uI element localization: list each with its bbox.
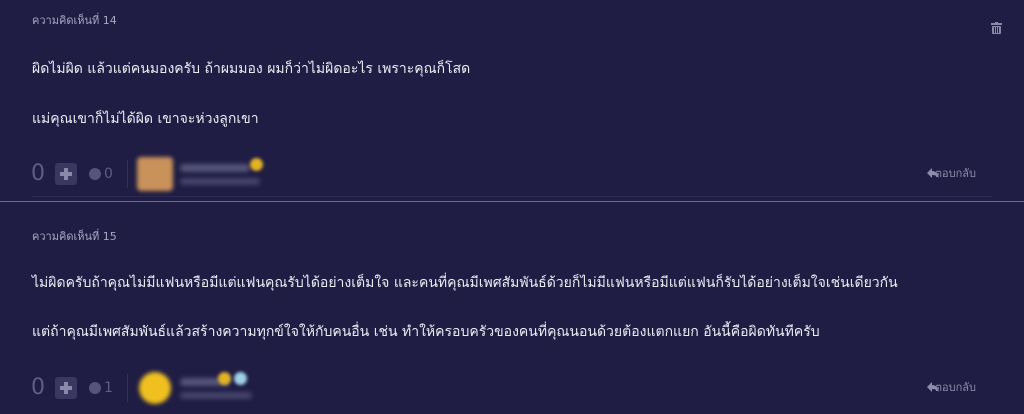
emoji-icon[interactable] <box>89 168 101 180</box>
comment-text-line: ผิดไม่ผิด แล้วแต่คนมองครับ ถ้าผมมอง ผมก็… <box>32 61 471 77</box>
comment-header: ความคิดเห็นที่ 15 <box>32 230 117 243</box>
comment-action-bar: 0 1 ตอบกลับ <box>0 368 1024 408</box>
reply-button[interactable]: ตอบกลับ <box>935 368 976 408</box>
comment-header: ความคิดเห็นที่ 14 <box>32 14 117 27</box>
comment-text-line: ไม่ผิดครับถ้าคุณไม่มีแฟนหรือมีแต่แฟนคุณร… <box>32 275 898 291</box>
emoji-icon[interactable] <box>89 382 101 394</box>
reply-button[interactable]: ตอบกลับ <box>935 154 976 194</box>
comment-text-line: แม่คุณเขาก็ไม่ได้ผิด เขาจะห่วงลูกเขา <box>32 111 259 127</box>
comment-action-bar: 0 0 ตอบกลับ <box>0 154 1024 194</box>
comment-15: ความคิดเห็นที่ 15 ไม่ผิดครับถ้าคุณไม่มีแ… <box>0 213 1024 414</box>
separator <box>127 374 128 402</box>
vote-count: 0 <box>31 161 45 186</box>
user-subtitle <box>180 392 252 399</box>
divider <box>32 196 992 197</box>
comment-divider <box>0 201 1024 213</box>
plus-icon[interactable] <box>55 163 77 185</box>
comment-14: ความคิดเห็นที่ 14 ผิดไม่ผิด แล้วแต่คนมอง… <box>0 0 1024 201</box>
emoji-count: 1 <box>104 380 113 396</box>
vote-count: 0 <box>31 375 45 400</box>
avatar[interactable] <box>139 372 171 404</box>
separator <box>127 160 128 188</box>
comment-text-line: แต่ถ้าคุณมีเพศสัมพันธ์แล้วสร้างความทุกข์… <box>32 324 820 340</box>
member-badge <box>218 372 231 385</box>
plus-icon[interactable] <box>55 377 77 399</box>
user-subtitle <box>180 178 260 185</box>
avatar[interactable] <box>137 157 173 191</box>
emoji-count: 0 <box>104 166 113 182</box>
trash-icon[interactable] <box>991 22 1002 34</box>
member-badge <box>234 372 247 385</box>
username[interactable] <box>180 164 250 172</box>
member-badge <box>250 158 263 171</box>
